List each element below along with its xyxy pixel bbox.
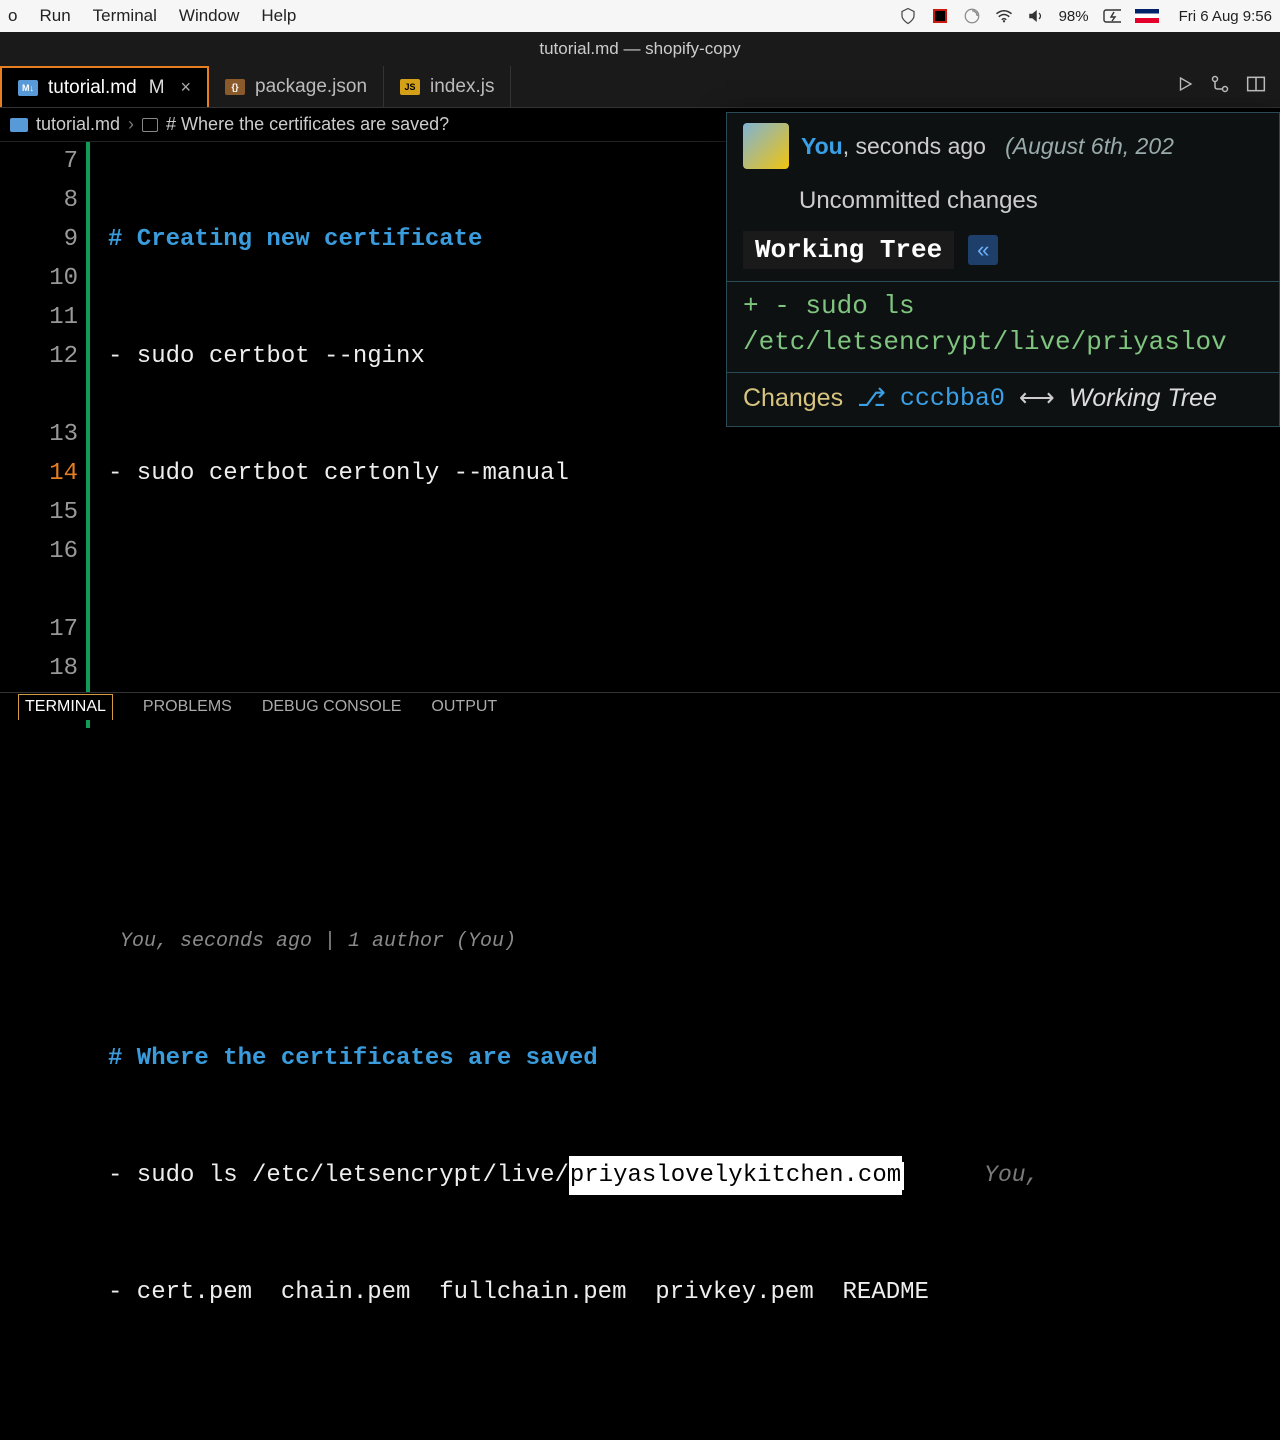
- inline-blame: You,: [984, 1156, 1039, 1195]
- panel-tab-debug-console[interactable]: DEBUG CONSOLE: [262, 694, 402, 720]
- json-icon: {}: [225, 79, 245, 95]
- changes-label[interactable]: Changes: [743, 384, 843, 413]
- heading: # Where the certificates are saved: [108, 1039, 598, 1078]
- heading: # Creating new certificate: [108, 220, 482, 259]
- markdown-icon: M↓: [18, 80, 38, 96]
- chevron-left-icon[interactable]: «: [968, 235, 998, 265]
- split-editor-icon[interactable]: [1246, 75, 1266, 98]
- tab-package-json[interactable]: {} package.json: [209, 66, 384, 107]
- wifi-icon[interactable]: [995, 7, 1013, 25]
- tab-index-js[interactable]: JS index.js: [384, 66, 511, 107]
- commit-hash[interactable]: cccbba0: [900, 384, 1005, 413]
- git-modified-gutter: [86, 142, 90, 728]
- author-name[interactable]: You: [801, 133, 843, 159]
- input-source-flag-icon[interactable]: [1135, 9, 1159, 23]
- battery-icon[interactable]: [1103, 7, 1121, 25]
- chevron-right-icon: ›: [128, 114, 134, 135]
- code-line: - cert.pem chain.pem fullchain.pem privk…: [108, 1273, 929, 1312]
- code-line: - sudo ls /etc/letsencrypt/live/: [108, 1156, 569, 1195]
- run-icon[interactable]: [1176, 75, 1194, 98]
- panel-tab-problems[interactable]: PROBLEMS: [143, 694, 232, 720]
- working-tree-label: Working Tree: [1069, 384, 1217, 413]
- record-icon[interactable]: [931, 7, 949, 25]
- gitlens-hover-panel: You, seconds ago (August 6th, 202 Uncomm…: [726, 112, 1280, 427]
- breadcrumb-section[interactable]: # Where the certificates are saved?: [166, 114, 449, 135]
- commit-icon: ⎇: [857, 383, 886, 414]
- text-selection: priyaslovelykitchen.com: [569, 1156, 902, 1195]
- sync-icon[interactable]: [963, 7, 981, 25]
- panel-tab-terminal[interactable]: TERMINAL: [18, 694, 113, 720]
- tab-label: package.json: [255, 76, 367, 98]
- commit-message: Uncommitted changes: [727, 179, 1279, 231]
- js-icon: JS: [400, 79, 420, 95]
- panel-tab-output[interactable]: OUTPUT: [431, 694, 497, 720]
- clock: Fri 6 Aug 9:56: [1173, 8, 1272, 25]
- menu-item[interactable]: Window: [179, 6, 239, 26]
- diff-icon[interactable]: [1210, 74, 1230, 99]
- menu-item[interactable]: Help: [261, 6, 296, 26]
- tab-tutorial[interactable]: M↓ tutorial.md M ×: [0, 66, 209, 107]
- tab-label: tutorial.md: [48, 77, 137, 99]
- close-icon[interactable]: ×: [181, 77, 192, 98]
- menu-item[interactable]: Terminal: [93, 6, 157, 26]
- diff-preview: + - sudo ls /etc/letsencrypt/live/priyas…: [727, 281, 1279, 373]
- working-tree-badge[interactable]: Working Tree: [743, 231, 954, 269]
- line-number-gutter: 7 8 9 10 11 12 13 14 15 16 17 18: [0, 142, 88, 688]
- bottom-panel-tabs: TERMINAL PROBLEMS DEBUG CONSOLE OUTPUT: [0, 692, 1280, 720]
- window-title: tutorial.md — shopify-copy: [0, 32, 1280, 66]
- volume-icon[interactable]: [1027, 7, 1045, 25]
- tab-label: index.js: [430, 76, 494, 98]
- code-line: - sudo certbot certonly --manual: [108, 454, 569, 493]
- breadcrumb-file[interactable]: tutorial.md: [36, 114, 120, 135]
- code-line: - sudo certbot --nginx: [108, 337, 425, 376]
- heading-icon: [142, 118, 158, 132]
- menu-item[interactable]: Run: [39, 6, 70, 26]
- commit-date: (August 6th, 202: [1005, 133, 1174, 159]
- codelens-blame[interactable]: You, seconds ago | 1 author (You): [120, 922, 516, 961]
- editor-tabs: M↓ tutorial.md M × {} package.json JS in…: [0, 66, 1280, 108]
- author-when: , seconds ago: [843, 133, 986, 159]
- menu-item[interactable]: o: [8, 6, 17, 26]
- battery-percent: 98%: [1059, 8, 1089, 25]
- text-cursor: [902, 1162, 904, 1190]
- shield-icon[interactable]: [899, 7, 917, 25]
- compare-arrow-icon: ⟷: [1019, 383, 1055, 414]
- avatar: [743, 123, 789, 169]
- macos-menubar: o Run Terminal Window Help 98% Fri 6 Aug…: [0, 0, 1280, 32]
- modified-badge: M: [149, 77, 165, 99]
- markdown-icon: [10, 118, 28, 132]
